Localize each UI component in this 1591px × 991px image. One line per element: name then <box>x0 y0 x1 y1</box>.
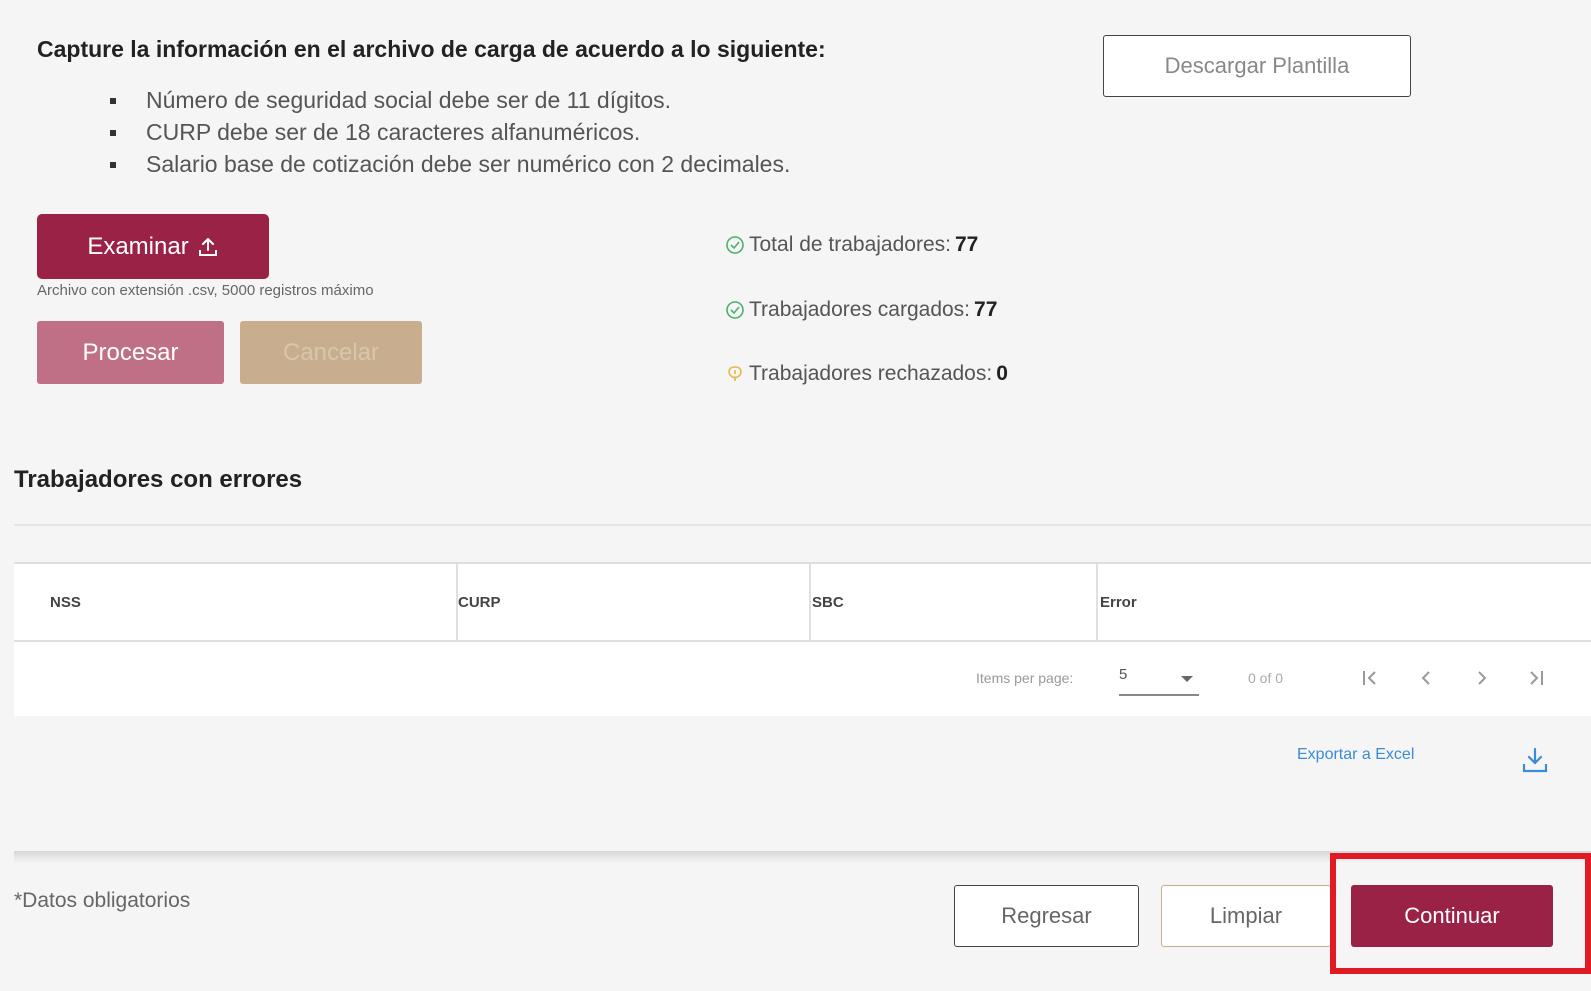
stat-total: Total de trabajadores: 77 <box>725 233 978 257</box>
browse-button[interactable]: Examinar <box>37 214 269 279</box>
table-header-row: NSS CURP SBC Error <box>14 564 1591 642</box>
export-excel-link[interactable]: Exportar a Excel <box>1297 746 1414 764</box>
paginator: Items per page: 5 0 of 0 <box>14 642 1591 716</box>
continue-button[interactable]: Continuar <box>1351 885 1553 947</box>
check-circle-icon <box>726 236 744 254</box>
column-header-curp[interactable]: CURP <box>458 564 501 640</box>
process-button[interactable]: Procesar <box>37 321 224 384</box>
items-per-page-select[interactable]: 5 <box>1119 666 1199 696</box>
file-hint: Archivo con extensión .csv, 5000 registr… <box>37 282 374 299</box>
cancel-button[interactable]: Cancelar <box>240 321 422 384</box>
column-separator <box>809 564 811 640</box>
stat-rejected-label: Trabajadores rechazados: <box>749 362 993 385</box>
items-per-page-label: Items per page: <box>976 670 1074 686</box>
column-separator <box>1096 564 1098 640</box>
upload-icon <box>198 237 217 256</box>
stat-total-label: Total de trabajadores: <box>749 233 951 256</box>
column-header-sbc[interactable]: SBC <box>812 564 844 640</box>
previous-page-button[interactable] <box>1410 662 1442 694</box>
stat-loaded-label: Trabajadores cargados: <box>749 298 971 321</box>
stat-rejected-value: 0 <box>996 362 1008 385</box>
download-icon[interactable] <box>1520 745 1550 775</box>
items-per-page-value: 5 <box>1119 666 1128 683</box>
column-header-error[interactable]: Error <box>1100 564 1137 640</box>
rule-sbc: Salario base de cotización debe ser numé… <box>110 148 790 180</box>
last-page-button[interactable] <box>1520 662 1552 694</box>
first-page-button[interactable] <box>1354 662 1386 694</box>
chevron-right-icon <box>1478 671 1487 685</box>
errors-section-title: Trabajadores con errores <box>14 466 303 493</box>
chevron-down-icon <box>1181 676 1193 682</box>
required-fields-note: *Datos obligatorios <box>14 889 191 912</box>
chevron-left-icon <box>1421 671 1430 685</box>
range-label: 0 of 0 <box>1248 670 1284 686</box>
back-button[interactable]: Regresar <box>954 885 1139 947</box>
rule-nss: Número de seguridad social debe ser de 1… <box>110 84 790 116</box>
section-divider <box>14 524 1591 526</box>
first-page-icon <box>1363 671 1376 685</box>
stat-total-value: 77 <box>954 233 979 256</box>
last-page-icon <box>1530 671 1543 685</box>
stat-rejected: Trabajadores rechazados: 0 <box>725 362 1008 386</box>
browse-button-label: Examinar <box>87 232 189 260</box>
clear-button[interactable]: Limpiar <box>1161 885 1331 947</box>
check-circle-icon <box>726 301 744 319</box>
warning-shield-icon <box>728 366 742 381</box>
download-template-button[interactable]: Descargar Plantilla <box>1103 35 1411 97</box>
stat-loaded-value: 77 <box>974 298 998 321</box>
errors-table: NSS CURP SBC Error Items per page: 5 0 o… <box>14 562 1591 716</box>
rule-curp: CURP debe ser de 18 caracteres alfanumér… <box>110 116 790 148</box>
stat-loaded: Trabajadores cargados: 77 <box>725 298 997 322</box>
instructions-list: Número de seguridad social debe ser de 1… <box>110 84 790 180</box>
next-page-button[interactable] <box>1466 662 1498 694</box>
column-header-nss[interactable]: NSS <box>50 564 81 640</box>
instructions-heading: Capture la información en el archivo de … <box>37 36 826 62</box>
